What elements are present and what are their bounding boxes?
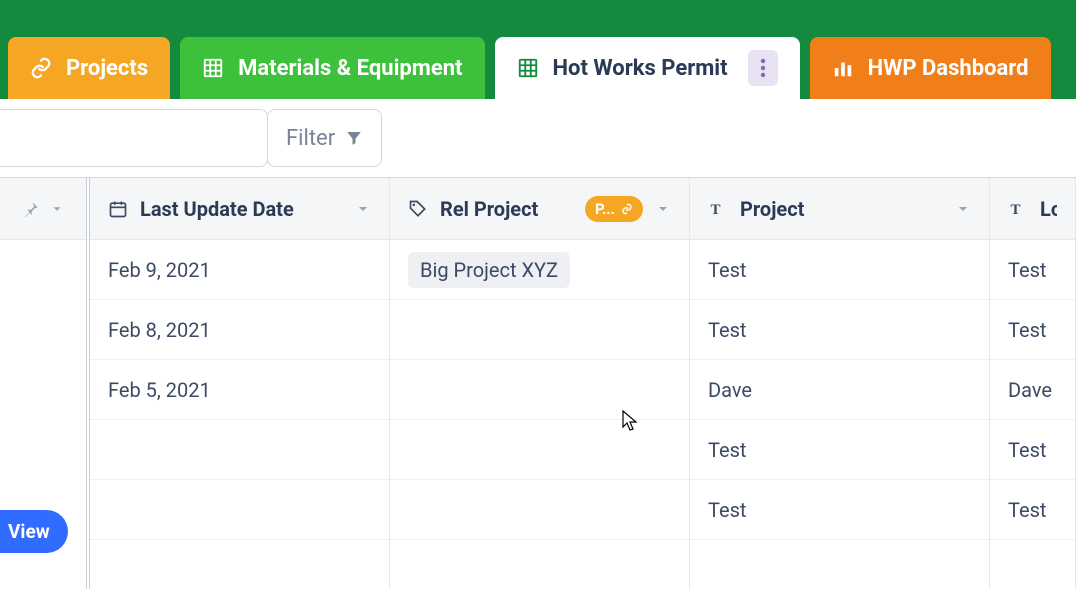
cell-value: Test bbox=[708, 258, 746, 282]
table-cell[interactable]: Test bbox=[990, 240, 1075, 300]
text-icon: T bbox=[1008, 199, 1028, 219]
column-location: T Loc Test Test Dave Test Test bbox=[990, 178, 1076, 589]
data-table: Last Update Date Feb 9, 2021 Feb 8, 2021… bbox=[0, 177, 1076, 589]
table-cell[interactable] bbox=[390, 360, 689, 420]
cell-value: Test bbox=[708, 438, 746, 462]
table-cell[interactable]: Dave bbox=[990, 360, 1075, 420]
table-cell[interactable] bbox=[90, 420, 389, 480]
toolbar: Filter bbox=[0, 99, 1076, 177]
svg-text:T: T bbox=[711, 202, 721, 218]
tab-projects[interactable]: Projects bbox=[8, 37, 170, 99]
top-banner bbox=[0, 0, 1076, 37]
link-icon bbox=[621, 203, 633, 215]
table-cell[interactable]: Dave bbox=[690, 360, 989, 420]
chevron-down-icon bbox=[955, 201, 971, 217]
tab-more-button[interactable] bbox=[748, 50, 778, 86]
cell-value: Dave bbox=[1008, 378, 1052, 402]
column-last-update-date: Last Update Date Feb 9, 2021 Feb 8, 2021… bbox=[90, 178, 390, 589]
cell-value: Feb 8, 2021 bbox=[108, 318, 211, 342]
chevron-down-icon bbox=[50, 202, 64, 216]
cell-value: Test bbox=[1008, 318, 1046, 342]
funnel-icon bbox=[345, 129, 363, 147]
tab-label: Materials & Equipment bbox=[238, 56, 462, 81]
pin-icon bbox=[22, 200, 40, 218]
tag-icon bbox=[408, 199, 428, 219]
table-cell[interactable]: Test bbox=[690, 300, 989, 360]
table-cell[interactable]: Test bbox=[990, 420, 1075, 480]
table-cell[interactable]: Test bbox=[990, 300, 1075, 360]
tab-label: Projects bbox=[66, 56, 148, 81]
relation-pill[interactable]: P... bbox=[585, 196, 643, 222]
table-cell[interactable] bbox=[90, 480, 389, 540]
link-icon bbox=[30, 57, 52, 79]
cell-value: Test bbox=[1008, 498, 1046, 522]
cell-value: Feb 9, 2021 bbox=[108, 258, 211, 282]
filter-button[interactable]: Filter bbox=[267, 109, 382, 167]
table-cell[interactable]: Test bbox=[690, 240, 989, 300]
cell-value: Test bbox=[708, 318, 746, 342]
cell-value: Dave bbox=[708, 378, 752, 402]
grid-icon bbox=[202, 57, 224, 79]
table-cell[interactable]: Test bbox=[690, 420, 989, 480]
table-cell[interactable]: Big Project XYZ bbox=[390, 240, 689, 300]
cell-value: Test bbox=[1008, 438, 1046, 462]
tab-hwp-dashboard[interactable]: HWP Dashboard bbox=[810, 37, 1051, 99]
chart-icon bbox=[832, 57, 854, 79]
column-title: Loc bbox=[1040, 197, 1057, 221]
tab-hot-works-permit[interactable]: Hot Works Permit bbox=[495, 37, 800, 99]
cell-value: Test bbox=[708, 498, 746, 522]
column-rel-project: Rel Project P... Big Project XYZ bbox=[390, 178, 690, 589]
table-cell[interactable]: Test bbox=[990, 480, 1075, 540]
table-cell[interactable] bbox=[390, 480, 689, 540]
filter-label: Filter bbox=[286, 126, 335, 151]
grid-icon bbox=[517, 57, 539, 79]
column-header[interactable]: T Loc bbox=[990, 178, 1075, 240]
table-cell[interactable] bbox=[390, 420, 689, 480]
table-cell[interactable] bbox=[390, 300, 689, 360]
view-label: View bbox=[8, 520, 50, 543]
search-input[interactable] bbox=[0, 109, 268, 167]
table-cell[interactable]: Test bbox=[690, 480, 989, 540]
column-header[interactable]: T Project bbox=[690, 178, 989, 240]
text-icon: T bbox=[708, 199, 728, 219]
tab-row: Projects Materials & Equipment Hot Works… bbox=[0, 37, 1076, 99]
column-header[interactable]: Last Update Date bbox=[90, 178, 389, 240]
svg-text:T: T bbox=[1011, 202, 1021, 218]
chevron-down-icon bbox=[355, 201, 371, 217]
relation-tag[interactable]: Big Project XYZ bbox=[408, 252, 570, 288]
cell-value: Feb 5, 2021 bbox=[108, 378, 211, 402]
table-cell[interactable]: Feb 9, 2021 bbox=[90, 240, 389, 300]
pill-label: P... bbox=[595, 200, 615, 218]
column-title: Project bbox=[740, 197, 943, 221]
tab-label: Hot Works Permit bbox=[553, 56, 728, 81]
column-header[interactable]: Rel Project P... bbox=[390, 178, 689, 240]
pin-column-header[interactable] bbox=[0, 178, 86, 240]
view-button[interactable]: View bbox=[0, 510, 68, 553]
table-cell[interactable]: Feb 5, 2021 bbox=[90, 360, 389, 420]
tab-materials[interactable]: Materials & Equipment bbox=[180, 37, 484, 99]
table-cell[interactable]: Feb 8, 2021 bbox=[90, 300, 389, 360]
column-title: Rel Project bbox=[440, 197, 573, 221]
column-project: T Project Test Test Dave Test Test bbox=[690, 178, 990, 589]
dots-vertical-icon bbox=[760, 57, 766, 79]
chevron-down-icon bbox=[655, 201, 671, 217]
column-title: Last Update Date bbox=[140, 197, 343, 221]
cell-value: Test bbox=[1008, 258, 1046, 282]
calendar-icon bbox=[108, 199, 128, 219]
tab-label: HWP Dashboard bbox=[868, 56, 1029, 81]
